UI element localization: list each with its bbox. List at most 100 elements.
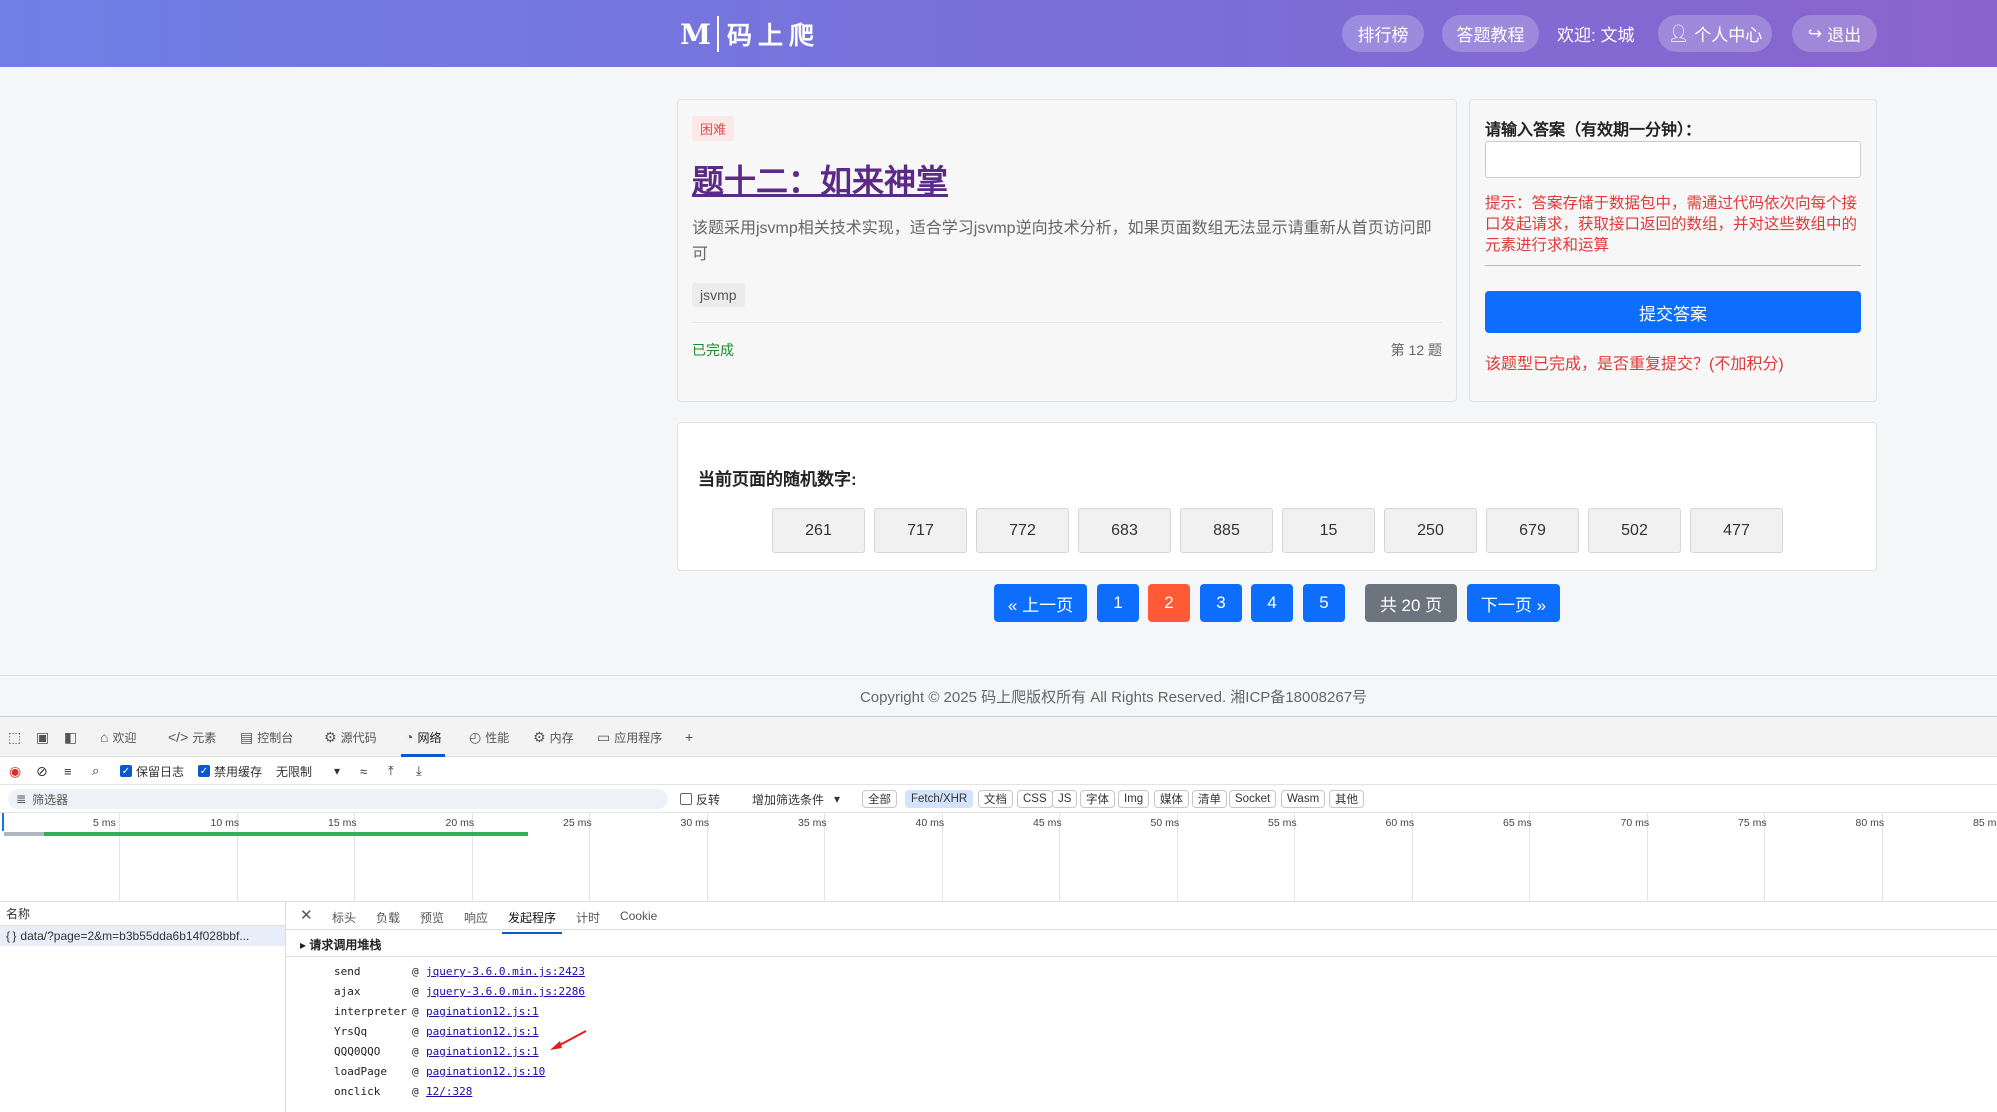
chip-manifest[interactable]: 清单 [1192,790,1227,808]
chip-socket[interactable]: Socket [1229,790,1277,808]
detail-tab-timing[interactable]: 计时 [576,909,600,926]
upload-icon[interactable]: ⤒ [388,762,394,780]
page-button-4[interactable]: 4 [1251,584,1293,622]
tab-welcome[interactable]: ⌂ 欢迎 [100,726,136,748]
chip-wasm[interactable]: Wasm [1281,790,1326,808]
tab-console[interactable]: ▤ 控制台 [240,726,293,748]
filter-icon: ≣ [16,792,27,806]
filter-placeholder: 筛选器 [32,792,69,807]
nav-profile-button[interactable]: 👤︎ 个人中心 [1658,15,1772,52]
detail-tab-cookie[interactable]: Cookie [620,909,657,923]
chevron-down-icon: ▾ [334,764,341,778]
frame-source-link[interactable]: jquery-3.6.0.min.js:2423 [426,965,585,978]
submit-answer-button[interactable]: 提交答案 [1485,291,1861,333]
timeline-tick-label: 50 ms [1150,817,1180,829]
filter-input[interactable]: ≣ 筛选器 [8,789,668,809]
card-divider [692,322,1442,323]
search-icon[interactable]: ⌕ [92,762,99,780]
tab-elements[interactable]: </> 元素 [168,726,216,748]
throttle-select[interactable]: 无限制 ▾ [276,762,340,780]
download-icon[interactable]: ⤓ [416,762,422,780]
timeline-tick-label: 15 ms [328,817,357,829]
add-tab-icon[interactable]: + [685,726,693,748]
preserve-log-checkbox[interactable]: ✓ 保留日志 [120,762,184,780]
frame-source-link[interactable]: jquery-3.6.0.min.js:2286 [426,985,585,998]
checkbox-unchecked-icon [680,793,692,805]
top-navbar: M 码上爬 排行榜 答题教程 欢迎: 文城 👤︎ 个人中心 ↪ 退出 [0,0,1997,67]
answer-input[interactable] [1485,141,1861,178]
detail-tab-payload[interactable]: 负载 [376,909,400,926]
frame-function: loadPage [334,1065,387,1078]
answer-hint: 提示：答案存储于数据包中，需通过代码依次向每个接口发起请求，获取接口返回的数组，… [1485,195,1858,254]
call-stack-header[interactable]: ▸ 请求调用堆栈 [300,936,381,953]
detail-tab-response[interactable]: 响应 [464,909,488,926]
clear-icon[interactable]: ⊘ [36,762,48,780]
question-number: 第 12 题 [1390,342,1442,358]
invert-checkbox[interactable]: 反转 [680,790,720,808]
nav-rank-button[interactable]: 排行榜 [1342,15,1424,52]
frame-at: @ [412,1085,419,1098]
random-number-box: 502 [1588,508,1681,553]
chip-doc[interactable]: 文档 [978,790,1013,808]
chip-media[interactable]: 媒体 [1154,790,1189,808]
site-logo[interactable]: M 码上爬 [680,16,820,52]
device-toggle-icon[interactable]: ▣ [36,726,49,748]
detail-tab-initiator[interactable]: 发起程序 [501,909,563,934]
detail-tab-headers[interactable]: 标头 [332,909,356,926]
chip-other[interactable]: 其他 [1329,790,1364,808]
random-number-box: 885 [1180,508,1273,553]
timeline-tick-label: 85 ms [1973,817,1997,829]
tab-network-label: 网络 [417,730,442,745]
next-page-button[interactable]: 下一页 » [1467,584,1560,622]
frame-source-link[interactable]: pagination12.js:1 [426,1005,539,1018]
random-number-box: 679 [1486,508,1579,553]
tab-application[interactable]: ▭ 应用程序 [597,726,662,748]
record-icon[interactable]: ◉ [9,762,21,780]
chip-fetch-xhr[interactable]: Fetch/XHR [905,790,974,808]
page-button-3[interactable]: 3 [1200,584,1242,622]
tab-elements-label: 元素 [192,730,217,745]
tab-memory[interactable]: ⚙ 内存 [533,726,574,748]
invert-label: 反转 [696,792,721,807]
detail-tab-preview[interactable]: 预览 [420,909,444,926]
chip-css[interactable]: CSS [1017,790,1053,808]
frame-source-link[interactable]: pagination12.js:10 [426,1065,545,1078]
triangle-right-icon: ▸ [300,938,310,952]
inspect-icon[interactable]: ⬚ [8,726,21,748]
tab-application-label: 应用程序 [614,730,663,745]
prev-page-button[interactable]: « 上一页 [994,584,1087,622]
nav-tutorial-button[interactable]: 答题教程 [1442,15,1539,52]
chip-img[interactable]: Img [1118,790,1150,808]
call-stack-frame: send @ jquery-3.6.0.min.js:2423 [334,965,585,978]
question-title[interactable]: 题十二：如来神掌 [692,156,948,202]
frame-function: YrsQq [334,1025,368,1038]
frame-source-link[interactable]: pagination12.js:1 [426,1045,539,1058]
dock-icon[interactable]: ◧ [64,726,77,748]
timeline-tick-label: 45 ms [1033,817,1062,829]
chip-js[interactable]: JS [1052,790,1078,808]
page-button-1[interactable]: 1 [1097,584,1139,622]
timeline-tick-label: 70 ms [1620,817,1650,829]
frame-source-link[interactable]: 12/:328 [426,1085,472,1098]
chip-font[interactable]: 字体 [1080,790,1115,808]
chip-all[interactable]: 全部 [862,790,897,808]
name-column-header[interactable]: 名称 [0,902,285,926]
nav-logout-button[interactable]: ↪ 退出 [1792,15,1877,52]
request-row[interactable]: { } data/?page=2&m=b3b55dda6b14f028bbf..… [0,926,285,946]
close-icon[interactable]: ✕ [300,906,313,924]
network-timeline[interactable]: 5 ms 10 ms 15 ms 20 ms 25 ms 30 ms 35 ms 40 ms 4… [0,813,1997,902]
network-conditions-icon[interactable]: ≈ [360,762,367,780]
disable-cache-checkbox[interactable]: ✓ 禁用缓存 [198,762,262,780]
tab-performance[interactable]: ◴ 性能 [469,726,509,748]
tab-performance-label: 性能 [485,730,510,745]
frame-at: @ [412,1005,419,1018]
filter-funnel-icon[interactable]: ≡ [64,762,72,780]
tab-memory-label: 内存 [549,730,574,745]
page-button-2-current[interactable]: 2 [1148,584,1190,622]
difficulty-badge: 困难 [692,116,735,141]
page-button-5[interactable]: 5 [1303,584,1345,622]
frame-source-link[interactable]: pagination12.js:1 [426,1025,539,1038]
tab-network[interactable]: ◔ 网络 [400,726,447,757]
tab-sources[interactable]: ⚙ 源代码 [324,726,377,748]
more-filters-dropdown[interactable]: 增加筛选条件 ▾ [752,790,840,808]
